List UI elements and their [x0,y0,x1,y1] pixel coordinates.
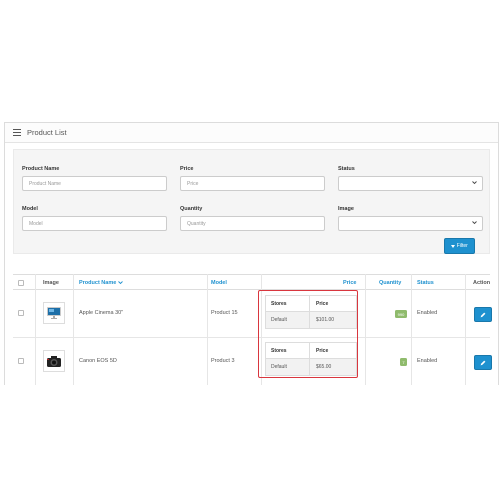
quantity-label: Quantity [180,206,203,212]
select-all-checkbox[interactable] [18,275,24,290]
header-model[interactable]: Model [211,275,227,290]
pencil-icon [474,307,492,322]
quantity-badge: 990 [395,310,407,318]
edit-button[interactable] [474,355,492,370]
column-divider [207,274,208,385]
header-action: Action [473,279,491,286]
table-row: Canon EOS 5D Product 3 Stores Price Defa… [13,338,492,385]
header-product-name[interactable]: Product Name [79,275,124,290]
panel-heading: Product List [5,123,498,143]
model-placeholder: Model [29,220,43,227]
quantity-input[interactable]: Quantity [180,216,325,231]
chevron-down-icon [472,180,477,187]
product-name-label: Product Name [22,166,60,172]
header-price[interactable]: Price [343,275,356,290]
price-column-highlight [258,290,358,378]
quantity-badge: 7 [400,358,407,366]
product-name-cell: Canon EOS 5D [79,358,117,364]
row-checkbox[interactable] [18,358,24,364]
price-input[interactable]: Price [180,176,325,191]
filter-form: Product Name Product Name Price Price St… [13,149,490,254]
quantity-placeholder: Quantity [187,220,206,227]
chevron-down-icon [118,280,124,285]
column-divider [35,274,36,385]
model-label: Model [22,206,38,212]
table-header: Image Product Name Model Price Quantity … [13,274,490,290]
product-list-panel: Product List Product Name Product Name P… [4,122,499,385]
header-image: Image [43,279,59,286]
status-label: Status [338,166,355,172]
model-input[interactable]: Model [22,216,167,231]
filter-button[interactable]: Filter [444,238,475,254]
chevron-down-icon [472,220,477,227]
price-label: Price [180,166,194,172]
status-cell: Enabled [417,358,438,364]
product-name-placeholder: Product Name [29,180,61,187]
filter-button-label: Filter [456,243,468,249]
pencil-icon [474,355,492,370]
column-divider [411,274,412,385]
funnel-icon [451,244,456,248]
header-product-name-label: Product Name [79,279,117,286]
panel-title: Product List [27,128,67,137]
model-cell: Product 15 [211,310,238,316]
row-checkbox[interactable] [18,310,24,316]
model-cell: Product 3 [211,358,235,364]
price-placeholder: Price [187,180,199,187]
header-status[interactable]: Status [417,275,434,290]
table-row: Apple Cinema 30" Product 15 Stores Price… [13,290,492,338]
product-table: Image Product Name Model Price Quantity … [13,274,492,385]
edit-button[interactable] [474,307,492,322]
monitor-icon [43,302,65,324]
image-label: Image [338,206,354,212]
header-quantity[interactable]: Quantity [379,275,401,290]
image-select[interactable] [338,216,483,231]
column-divider [365,274,366,385]
column-divider [465,274,466,385]
product-name-cell: Apple Cinema 30" [79,310,124,316]
column-divider [73,274,74,385]
list-icon [13,129,21,136]
status-cell: Enabled [417,310,438,316]
camera-icon [43,350,65,372]
status-select[interactable] [338,176,483,191]
product-name-input[interactable]: Product Name [22,176,167,191]
